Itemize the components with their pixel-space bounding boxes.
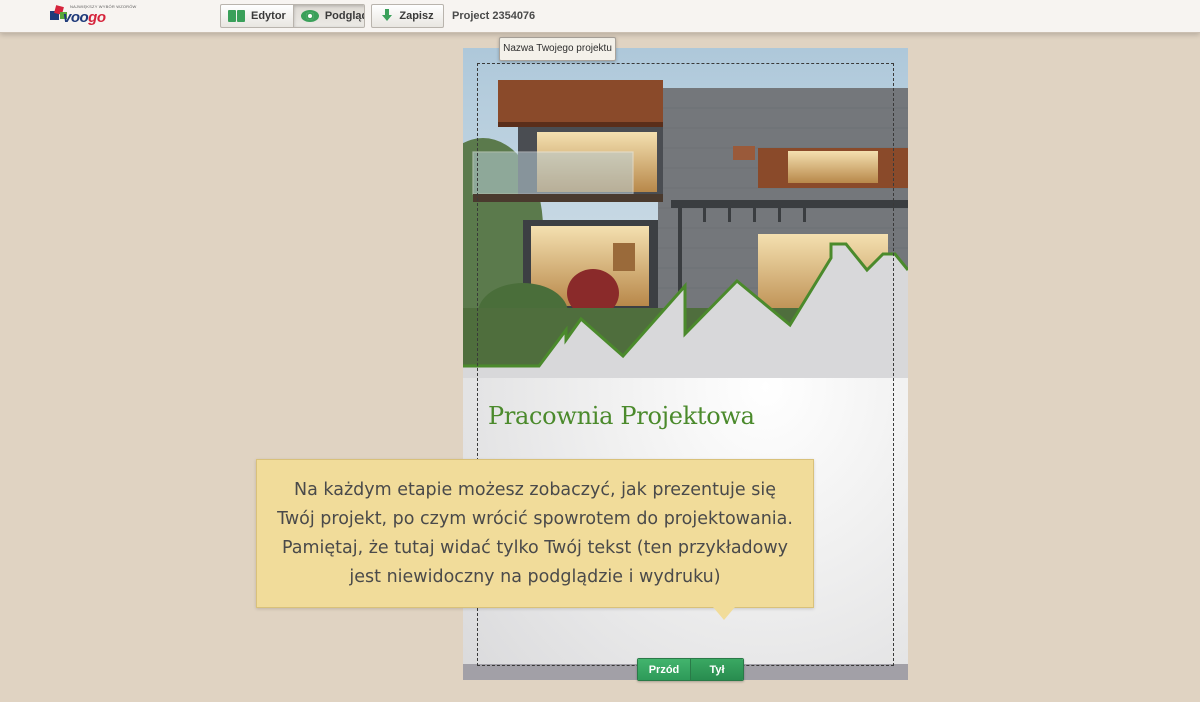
eye-icon bbox=[300, 10, 319, 22]
project-name-tooltip[interactable]: Nazwa Twojego projektu bbox=[499, 37, 616, 61]
preview-button-label: Podgląd bbox=[324, 10, 365, 22]
preview-info-text: Na każdym etapie możesz zobaczyć, jak pr… bbox=[277, 479, 793, 587]
tooltip-arrow bbox=[713, 607, 735, 620]
save-button-label: Zapisz bbox=[399, 10, 434, 22]
top-toolbar: NAJWIĘKSZY WYBÓR WZORÓW voogo Edytor Pod… bbox=[0, 0, 1200, 33]
tab-front[interactable]: Przód bbox=[638, 659, 690, 680]
book-icon bbox=[228, 10, 245, 22]
editor-button-label: Edytor bbox=[251, 10, 286, 22]
mode-toggle-group: Edytor Podgląd bbox=[220, 4, 365, 28]
preview-info-tooltip: Na każdym etapie możesz zobaczyć, jak pr… bbox=[256, 459, 814, 608]
voogo-logo[interactable]: NAJWIĘKSZY WYBÓR WZORÓW voogo bbox=[48, 3, 136, 29]
house-photo bbox=[463, 48, 908, 378]
tab-back[interactable]: Tył bbox=[690, 659, 743, 680]
download-icon bbox=[381, 9, 393, 23]
card-side-tabs: Przód Tył bbox=[637, 658, 744, 681]
save-button[interactable]: Zapisz bbox=[371, 4, 444, 28]
logo-wordmark: voogo bbox=[63, 9, 106, 26]
card-title[interactable]: Pracownia Projektowa bbox=[488, 402, 755, 430]
project-label: Project 2354076 bbox=[452, 10, 536, 22]
preview-button[interactable]: Podgląd bbox=[292, 5, 365, 27]
editor-button[interactable]: Edytor bbox=[221, 5, 293, 27]
